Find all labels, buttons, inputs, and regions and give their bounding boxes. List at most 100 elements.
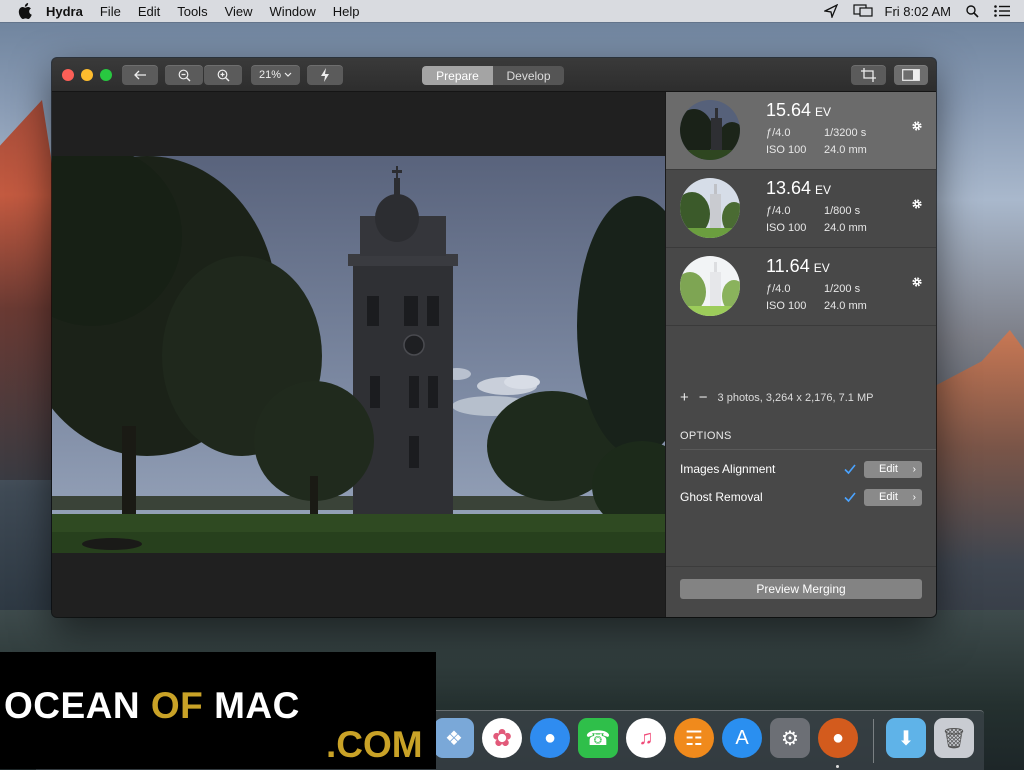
ev-number: 15.64 bbox=[766, 100, 812, 120]
chevron-down-icon bbox=[284, 72, 292, 77]
desktop-mountain-left bbox=[0, 100, 60, 480]
exposure-value: 13.64 EV bbox=[766, 178, 831, 199]
edit-alignment-button[interactable]: Edit › bbox=[864, 460, 922, 478]
messages-icon[interactable]: ● bbox=[530, 718, 570, 758]
menu-edit[interactable]: Edit bbox=[138, 4, 160, 19]
dock-separator bbox=[873, 719, 874, 763]
watermark-text: OCEAN OF MAC bbox=[4, 685, 300, 727]
chevron-right-icon: › bbox=[912, 491, 916, 503]
maps-icon[interactable]: ❖ bbox=[434, 718, 474, 758]
ev-unit: EV bbox=[815, 183, 832, 197]
gear-icon[interactable] bbox=[911, 198, 923, 210]
spotlight-search-icon[interactable] bbox=[966, 4, 979, 18]
photo-row[interactable]: 15.64 EV ƒ/4.0 1/3200 s ISO 100 24.0 mm bbox=[666, 92, 936, 170]
zoom-level-value: 21% bbox=[258, 69, 282, 81]
chevron-right-icon: › bbox=[912, 463, 916, 475]
zoom-in-button[interactable] bbox=[204, 65, 242, 85]
menu-help[interactable]: Help bbox=[333, 4, 360, 19]
mode-segmented-control: Prepare Develop bbox=[422, 66, 564, 85]
edit-ghost-removal-button[interactable]: Edit › bbox=[864, 488, 922, 506]
watermark-logo: OCEAN OF MAC .COM bbox=[0, 652, 436, 769]
menu-tools[interactable]: Tools bbox=[177, 4, 207, 19]
itunes-icon[interactable]: ♫ bbox=[626, 718, 666, 758]
ibooks-icon[interactable]: ☶ bbox=[674, 718, 714, 758]
gear-icon[interactable] bbox=[911, 120, 923, 132]
notification-center-icon[interactable] bbox=[994, 5, 1010, 17]
menu-file[interactable]: File bbox=[100, 4, 121, 19]
image-viewer[interactable] bbox=[52, 92, 665, 617]
menu-bar: Hydra File Edit Tools View Window Help F… bbox=[0, 0, 1024, 22]
ev-unit: EV bbox=[815, 105, 832, 119]
remove-photo-button[interactable]: − bbox=[699, 389, 708, 406]
footer-divider bbox=[666, 566, 936, 567]
system-preferences-icon[interactable]: ⚙ bbox=[770, 718, 810, 758]
photo-sidebar: 15.64 EV ƒ/4.0 1/3200 s ISO 100 24.0 mm 1… bbox=[665, 92, 936, 617]
shutter-value: 1/200 s bbox=[824, 283, 861, 295]
photo-thumbnail bbox=[680, 100, 740, 160]
zoom-out-button[interactable] bbox=[165, 65, 203, 85]
shutter-value: 1/3200 s bbox=[824, 127, 867, 139]
focal-length-value: 24.0 mm bbox=[824, 222, 867, 234]
zoom-level-dropdown[interactable]: 21% bbox=[251, 65, 300, 85]
shutter-value: 1/800 s bbox=[824, 205, 861, 217]
back-button[interactable] bbox=[122, 65, 158, 85]
option-label: Images Alignment bbox=[680, 462, 776, 476]
aperture-value: ƒ/4.0 bbox=[766, 283, 791, 295]
minimize-window-button[interactable] bbox=[81, 69, 93, 81]
sidebar-toggle-button[interactable] bbox=[894, 65, 928, 85]
tab-prepare[interactable]: Prepare bbox=[422, 66, 493, 85]
watermark-part: MAC bbox=[203, 685, 300, 726]
focal-length-value: 24.0 mm bbox=[824, 300, 867, 312]
crop-icon bbox=[860, 68, 876, 82]
watermark-part: OF bbox=[150, 685, 204, 726]
photo-thumbnail bbox=[680, 178, 740, 238]
menu-app-name[interactable]: Hydra bbox=[46, 4, 83, 19]
ev-number: 11.64 bbox=[766, 256, 810, 276]
checkmark-icon[interactable] bbox=[844, 491, 856, 503]
facetime-icon[interactable]: ☎ bbox=[578, 718, 618, 758]
photo-row[interactable]: 13.64 EV ƒ/4.0 1/800 s ISO 100 24.0 mm bbox=[666, 170, 936, 248]
edit-button-label: Edit bbox=[879, 491, 898, 503]
hydra-app-icon[interactable]: ● bbox=[818, 718, 858, 758]
preview-merging-button[interactable]: Preview Merging bbox=[680, 579, 922, 599]
menu-clock[interactable]: Fri 8:02 AM bbox=[885, 4, 951, 19]
ev-number: 13.64 bbox=[766, 178, 812, 198]
photo-row[interactable]: 11.64 EV ƒ/4.0 1/200 s ISO 100 24.0 mm bbox=[666, 248, 936, 326]
zoom-out-icon bbox=[178, 69, 190, 81]
downloads-folder-icon[interactable]: ⬇ bbox=[886, 718, 926, 758]
apple-icon[interactable] bbox=[18, 3, 32, 19]
edit-button-label: Edit bbox=[879, 463, 898, 475]
ev-unit: EV bbox=[813, 261, 830, 275]
watermark-part: OCEAN bbox=[4, 685, 151, 726]
menu-window[interactable]: Window bbox=[270, 4, 316, 19]
location-icon[interactable] bbox=[823, 4, 838, 18]
menu-view[interactable]: View bbox=[225, 4, 253, 19]
photo-thumbnail bbox=[680, 256, 740, 316]
photos-summary: + − 3 photos, 3,264 x 2,176, 7.1 MP bbox=[680, 389, 873, 406]
tab-develop[interactable]: Develop bbox=[493, 66, 564, 85]
close-window-button[interactable] bbox=[62, 69, 74, 81]
crop-button[interactable] bbox=[851, 65, 886, 85]
checkmark-icon[interactable] bbox=[844, 463, 856, 475]
iso-value: ISO 100 bbox=[766, 222, 807, 234]
exposure-value: 15.64 EV bbox=[766, 100, 831, 121]
auto-enhance-button[interactable] bbox=[307, 65, 343, 85]
app-store-icon[interactable]: A bbox=[722, 718, 762, 758]
hydra-window: 21% Prepare Develop 15.64 EV ƒ/4.0 1/320… bbox=[52, 58, 936, 617]
lightning-icon bbox=[321, 68, 329, 82]
iso-value: ISO 100 bbox=[766, 300, 807, 312]
option-images-alignment: Images Alignment Edit › bbox=[680, 459, 922, 479]
option-ghost-removal: Ghost Removal Edit › bbox=[680, 487, 922, 507]
merged-photo-preview bbox=[52, 156, 665, 553]
display-mirror-icon[interactable] bbox=[852, 4, 873, 18]
exposure-value: 11.64 EV bbox=[766, 256, 830, 277]
zoom-window-button[interactable] bbox=[100, 69, 112, 81]
add-photo-button[interactable]: + bbox=[680, 389, 689, 406]
focal-length-value: 24.0 mm bbox=[824, 144, 867, 156]
photos-app-icon[interactable]: ✿ bbox=[482, 718, 522, 758]
running-indicator bbox=[836, 765, 839, 768]
options-divider bbox=[680, 449, 936, 450]
trash-icon[interactable]: 🗑 bbox=[934, 718, 974, 758]
iso-value: ISO 100 bbox=[766, 144, 807, 156]
gear-icon[interactable] bbox=[911, 276, 923, 288]
